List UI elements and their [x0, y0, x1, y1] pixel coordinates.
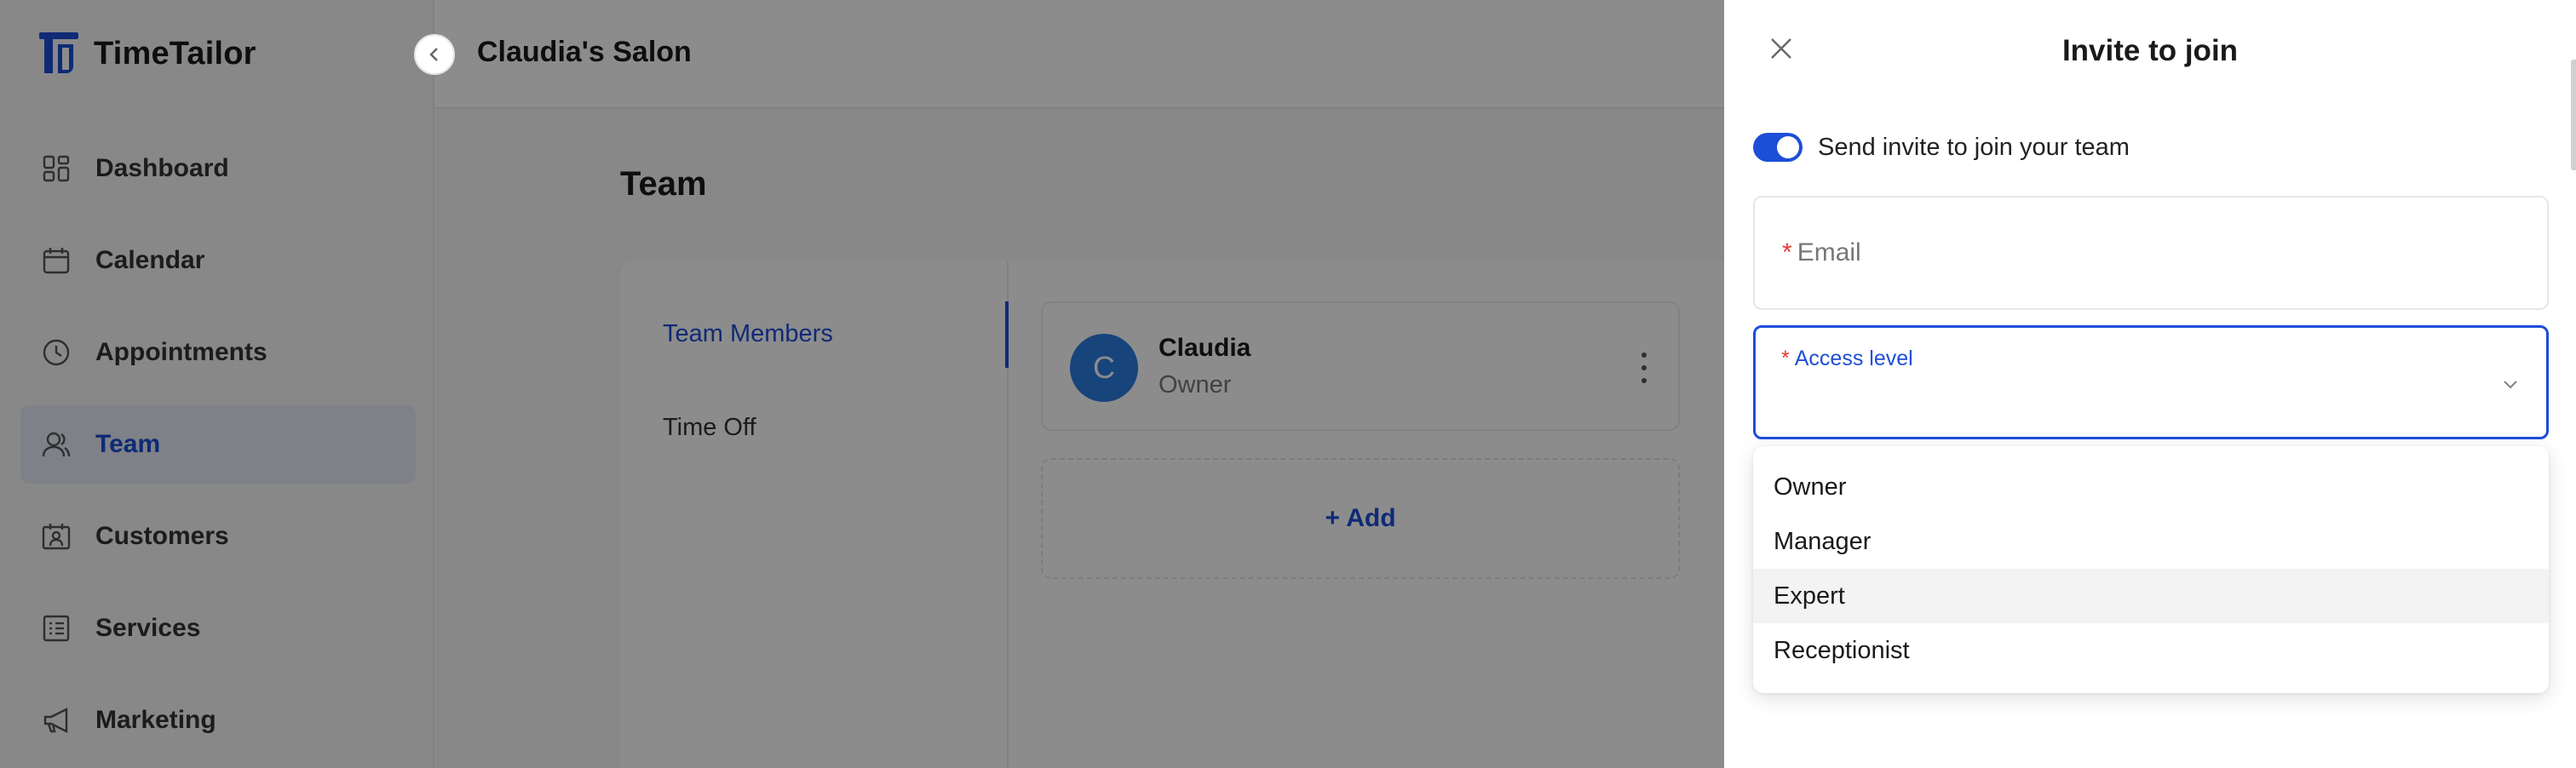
drawer-title: Invite to join [2061, 34, 2239, 67]
chevron-down-icon [2504, 381, 2517, 389]
access-level-dropdown: Owner Manager Expert Receptionist [1753, 446, 2549, 693]
scrollbar-handle[interactable] [2571, 60, 2576, 170]
option-owner[interactable]: Owner [1753, 460, 2549, 514]
required-mark: * [1782, 238, 1792, 267]
chevron-left-icon [429, 48, 438, 61]
email-field-label: * Email [1782, 238, 1861, 267]
modal-overlay[interactable] [0, 0, 1724, 768]
option-receptionist[interactable]: Receptionist [1753, 623, 2549, 678]
invite-drawer: Invite to join Send invite to join your … [1724, 0, 2576, 768]
access-level-select[interactable]: * Access level [1753, 325, 2549, 439]
send-invite-toggle[interactable] [1753, 133, 1803, 162]
send-invite-row: Send invite to join your team [1753, 133, 2130, 162]
access-level-label: * Access level [1781, 347, 1913, 370]
option-expert[interactable]: Expert [1753, 569, 2549, 623]
required-mark: * [1781, 347, 1790, 370]
email-field[interactable]: * Email [1753, 196, 2549, 310]
collapse-sidebar-button[interactable] [414, 34, 455, 75]
send-invite-label: Send invite to join your team [1818, 133, 2130, 161]
toggle-knob [1777, 136, 1799, 158]
option-manager[interactable]: Manager [1753, 514, 2549, 569]
